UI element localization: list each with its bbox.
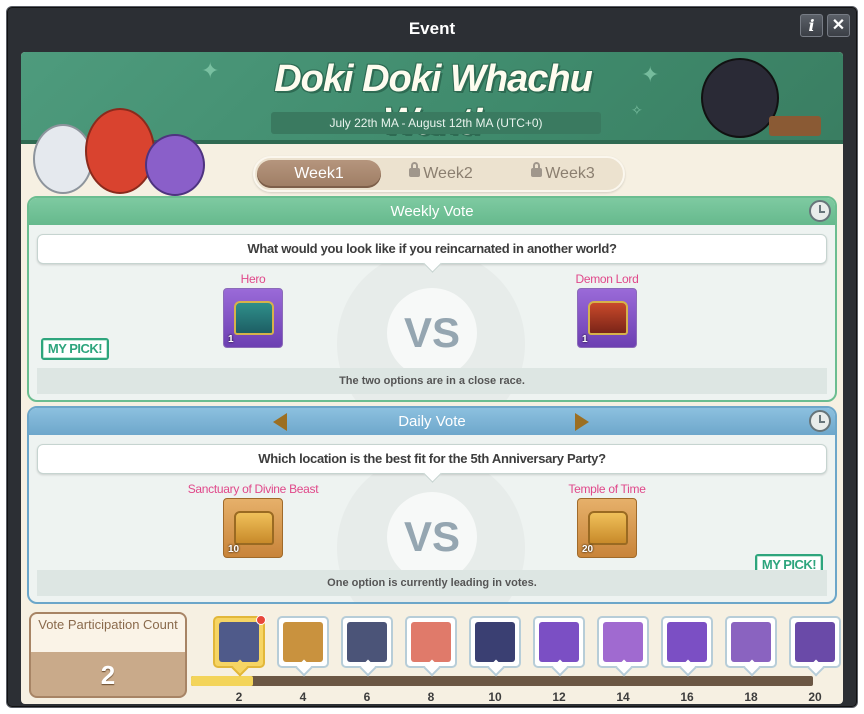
previous-arrow-icon[interactable] [273, 413, 287, 431]
character-red-hair-icon [85, 108, 155, 194]
clock-icon[interactable] [809, 200, 831, 222]
option-a-item[interactable]: 1 [223, 288, 283, 348]
event-window: Event i ✕ ✦ ✦ ✧ Doki Doki Whachu Want! J… [6, 6, 858, 708]
reward-slot[interactable] [213, 615, 266, 668]
event-dates: July 22th MA - August 12th MA (UTC+0) [271, 112, 601, 134]
reward-item-icon [603, 622, 643, 662]
tab-week3[interactable]: Week3 [501, 160, 625, 188]
daily-status: One option is currently leading in votes… [37, 570, 827, 596]
week-tabs: Week1 Week2 Week3 [253, 156, 625, 192]
reward-item-icon [475, 622, 515, 662]
participation-count: 2 [100, 660, 116, 690]
character-dark-hair-icon [701, 58, 779, 138]
reward-slot[interactable] [341, 616, 393, 668]
reward-slot[interactable] [789, 616, 841, 668]
item-qty: 20 [582, 544, 594, 555]
window-title: Event [408, 19, 456, 38]
clock-icon[interactable] [809, 410, 831, 432]
reward-slot[interactable] [405, 616, 457, 668]
participation-label: Vote Participation Count [31, 614, 185, 652]
item-qty: 10 [228, 544, 240, 555]
tab-label: Week2 [423, 165, 473, 182]
milestone-label: 20 [808, 690, 822, 704]
tab-week1[interactable]: Week1 [257, 160, 381, 188]
reward-slot[interactable] [533, 616, 585, 668]
vs-label: VS [387, 288, 477, 378]
vote-participation-box: Vote Participation Count 2 [29, 612, 187, 698]
chest-icon [234, 301, 274, 335]
tab-label: Week1 [294, 165, 344, 182]
item-qty: 1 [582, 334, 588, 345]
reward-item-icon [731, 622, 771, 662]
reward-item-icon [795, 622, 835, 662]
progress-track [191, 676, 813, 686]
reward-item-icon [411, 622, 451, 662]
reward-slot[interactable] [725, 616, 777, 668]
info-icon[interactable]: i [800, 14, 823, 37]
milestone-label: 4 [299, 690, 307, 704]
chest-icon [588, 511, 628, 545]
milestone-label: 12 [552, 690, 566, 704]
option-a-name: Sanctuary of Divine Beast [187, 482, 319, 496]
sparkle-icon: ✦ [201, 58, 220, 83]
progress-fill [191, 676, 254, 686]
daily-question: Which location is the best fit for the 5… [37, 444, 827, 474]
milestone-label: 10 [488, 690, 502, 704]
milestone-label: 8 [427, 690, 435, 704]
reward-item-icon [539, 622, 579, 662]
milestone-label: 6 [363, 690, 371, 704]
daily-vote-header: Daily Vote [29, 408, 835, 435]
vs-label: VS [387, 492, 477, 582]
option-b-item[interactable]: 20 [577, 498, 637, 558]
event-content: ✦ ✦ ✧ Doki Doki Whachu Want! July 22th M… [21, 52, 843, 704]
tab-label: Week3 [545, 165, 595, 182]
reward-item-icon [219, 622, 259, 662]
lock-icon [409, 162, 421, 177]
weekly-vote-header: Weekly Vote [29, 198, 835, 225]
milestone-label: 2 [235, 690, 243, 704]
notification-dot-icon [256, 615, 266, 625]
option-b-name: Temple of Time [568, 482, 646, 496]
daily-vote-panel: Daily Vote Which location is the best fi… [27, 406, 837, 604]
option-a-name: Hero [240, 272, 266, 286]
reward-slot[interactable] [597, 616, 649, 668]
reward-slot[interactable] [277, 616, 329, 668]
tab-week2[interactable]: Week2 [379, 160, 503, 188]
reward-item-icon [283, 622, 323, 662]
weekly-status: The two options are in a close race. [37, 368, 827, 394]
weekly-vote-panel: Weekly Vote What would you look like if … [27, 196, 837, 402]
reward-item-icon [347, 622, 387, 662]
reward-slot[interactable] [661, 616, 713, 668]
lock-icon [531, 162, 543, 177]
reward-slot[interactable] [469, 616, 521, 668]
item-qty: 1 [228, 334, 234, 345]
option-b-item[interactable]: 1 [577, 288, 637, 348]
next-arrow-icon[interactable] [575, 413, 589, 431]
character-purple-hair-icon [145, 134, 205, 196]
book-icon [769, 116, 821, 136]
chest-icon [234, 511, 274, 545]
close-icon[interactable]: ✕ [827, 14, 850, 37]
reward-item-icon [667, 622, 707, 662]
chest-icon [588, 301, 628, 335]
my-pick-badge: MY PICK! [41, 338, 109, 360]
sparkle-icon: ✦ [641, 62, 660, 87]
weekly-question: What would you look like if you reincarn… [37, 234, 827, 264]
option-a-item[interactable]: 10 [223, 498, 283, 558]
milestone-label: 14 [616, 690, 630, 704]
milestone-label: 18 [744, 690, 758, 704]
option-b-name: Demon Lord [575, 272, 639, 286]
event-banner: ✦ ✦ ✧ Doki Doki Whachu Want! July 22th M… [21, 52, 843, 196]
character-white-hair-icon [33, 124, 93, 194]
milestone-label: 16 [680, 690, 694, 704]
